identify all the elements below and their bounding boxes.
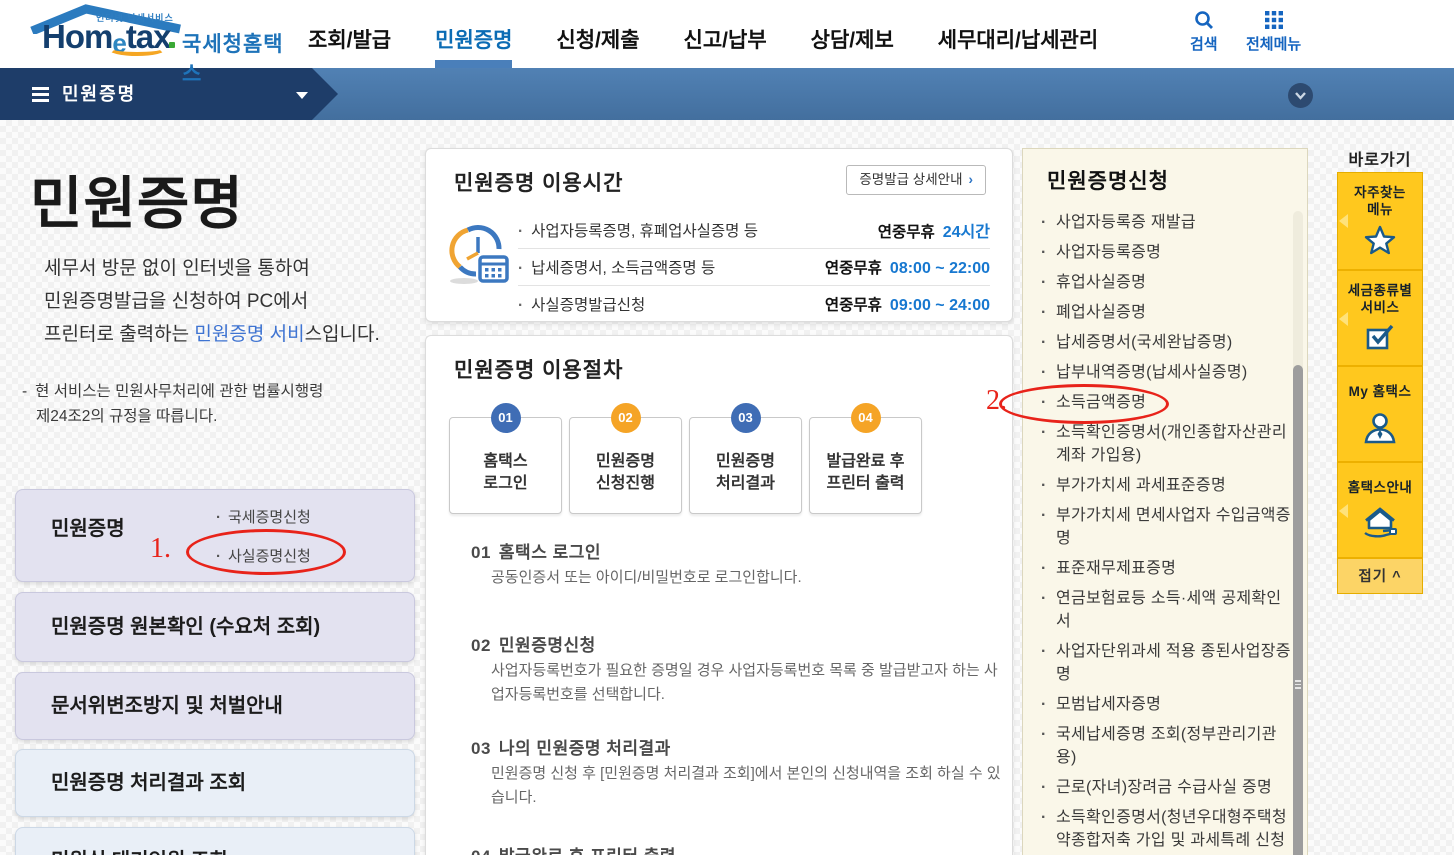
- check-icon: [1364, 323, 1396, 351]
- person-icon: [1363, 412, 1397, 444]
- page-description: 세무서 방문 없이 인터넷을 통하여 민원증명발급을 신청하여 PC에서 프린터…: [44, 252, 380, 351]
- cert-item-closure[interactable]: 폐업사실증명: [1041, 301, 1291, 324]
- cert-item-suspension[interactable]: 휴업사실증명: [1041, 271, 1291, 294]
- cert-item-pension-deduction[interactable]: 연금보험료등 소득·세액 공제확인서: [1041, 587, 1291, 633]
- page-note: -현 서비스는 민원사무처리에 관한 법률시행령 제24조2의 규정을 따릅니다…: [22, 379, 323, 429]
- cert-item-vat-exempt[interactable]: 부가가치세 면세사업자 수입금액증명: [1041, 504, 1291, 550]
- step-card-print: 04 발급완료 후프린터 출력: [809, 417, 922, 514]
- section-title: 민원증명: [62, 68, 136, 120]
- detail-02-desc: 사업자등록번호가 필요한 증명일 경우 사업자등록번호 목록 중 발급받고자 하…: [491, 659, 1011, 707]
- tab-arrow-icon: [1339, 504, 1348, 518]
- quickbar-title: 바로가기: [1337, 146, 1423, 170]
- star-icon: [1364, 225, 1396, 255]
- detail-03-desc: 민원증명 신청 후 [민원증명 처리결과 조회]에서 본인의 신청내역을 조회 …: [491, 762, 1011, 810]
- cert-item-tax-payment[interactable]: 납세증명서(국세완납증명): [1041, 331, 1291, 354]
- detail-02-title: 02민원증명신청: [471, 631, 596, 656]
- grid-menu-icon: [1264, 10, 1284, 30]
- certificate-list-title: 민원증명신청: [1047, 165, 1169, 195]
- chevron-right-icon: ›: [969, 172, 974, 187]
- scrollbar-track[interactable]: [1293, 211, 1303, 855]
- quickbar-collapse-button[interactable]: 접기 ^: [1338, 557, 1422, 593]
- step-card-apply: 02 민원증명신청진행: [569, 417, 682, 514]
- link-gukse-jeungmyeong[interactable]: 국세증명신청: [216, 506, 311, 527]
- top-header: 인터넷 납세서비스 Hometax 국세청홈택스 조회/발급 민원증명 신청/제…: [0, 0, 1454, 68]
- cert-item-income-isa[interactable]: 소득확인증명서(개인종합자산관리계좌 가입용): [1041, 421, 1291, 467]
- time-row-tax-payment: 납세증명서, 소득금액증명 등 연중무휴08:00 ~ 22:00: [518, 248, 990, 285]
- left-menu-result-inquiry[interactable]: 민원증명 처리결과 조회: [15, 749, 415, 817]
- logo-swoosh: [108, 42, 166, 56]
- step-number-badge: 03: [731, 403, 761, 433]
- quickbar-favorite-menu[interactable]: 자주찾는메뉴: [1338, 173, 1422, 269]
- nav-sangdam-jebo[interactable]: 상담/제보: [811, 24, 894, 54]
- cert-item-financial-statement[interactable]: 표준재무제표증명: [1041, 557, 1291, 580]
- quickbar: 자주찾는메뉴 세금종류별서비스 My 홈택스 홈택스안내: [1337, 172, 1423, 594]
- certificate-list-panel: 민원증명신청 사업자등록증 재발급 사업자등록증명 휴업사실증명 폐업사실증명 …: [1022, 148, 1308, 855]
- step-card-result: 03 민원증명처리결과: [689, 417, 802, 514]
- hometax-logo[interactable]: 인터넷 납세서비스 Hometax 국세청홈택스: [16, 2, 286, 64]
- cert-item-unit-taxation[interactable]: 사업자단위과세 적용 종된사업장증명: [1041, 640, 1291, 686]
- chevron-down-icon: [1294, 91, 1307, 100]
- cert-item-youth-savings[interactable]: 소득확인증명서(청년우대형주택청약종합저축 가입 및 과세특례 신청용): [1041, 806, 1291, 855]
- all-menu-button[interactable]: 전체메뉴: [1246, 10, 1301, 54]
- annotation-number-1: 1.: [150, 533, 171, 565]
- left-menu-box-title: 민원증명: [51, 512, 125, 541]
- collapse-bar-button[interactable]: [1288, 83, 1313, 108]
- nav-minwon-jeungmyeong[interactable]: 민원증명: [435, 24, 512, 54]
- usage-time-title: 민원증명 이용시간: [454, 167, 623, 197]
- red-circle-income-amount: [999, 384, 1169, 424]
- tab-arrow-icon: [1339, 214, 1348, 228]
- issuance-detail-guide-button[interactable]: 증명발급 상세안내›: [846, 165, 986, 195]
- red-circle-sasil-jeungmyeong: [186, 529, 346, 575]
- detail-04-title: 04발급완료 후 프린터 출력: [471, 842, 676, 855]
- search-button[interactable]: 검색: [1190, 10, 1218, 54]
- page-title: 민원증명: [30, 158, 244, 240]
- detail-01-title: 01홈택스 로그인: [471, 538, 601, 563]
- hamburger-menu-icon[interactable]: [32, 87, 49, 105]
- left-menu-waiting-count[interactable]: 민원실 대기인원 조회: [15, 827, 415, 855]
- usage-time-rows: 사업자등록증명, 휴폐업사실증명 등 연중무휴24시간 납세증명서, 소득금액증…: [518, 211, 990, 322]
- step-card-login: 01 홈택스로그인: [449, 417, 562, 514]
- cert-item-biz-reg[interactable]: 사업자등록증명: [1041, 241, 1291, 264]
- time-row-business-registration: 사업자등록증명, 휴폐업사실증명 등 연중무휴24시간: [518, 211, 990, 248]
- scrollbar-thumb[interactable]: [1293, 365, 1303, 855]
- section-dropdown-caret-icon[interactable]: [296, 92, 308, 99]
- quickbar-tax-type-service[interactable]: 세금종류별서비스: [1338, 269, 1422, 365]
- step-number-badge: 02: [611, 403, 641, 433]
- step-number-badge: 04: [851, 403, 881, 433]
- nav-semu-daeri[interactable]: 세무대리/납세관리: [938, 24, 1098, 54]
- quickbar-my-hometax[interactable]: My 홈택스: [1338, 365, 1422, 461]
- cert-item-payment-history[interactable]: 납부내역증명(납세사실증명): [1041, 361, 1291, 384]
- detail-01-desc: 공동인증서 또는 아이디/비밀번호로 로그인합니다.: [491, 566, 1011, 590]
- logo-korean-name: 국세청홈택스: [182, 28, 286, 88]
- search-icon: [1194, 10, 1214, 30]
- cert-item-eitc[interactable]: 근로(자녀)장려금 수급사실 증명: [1041, 776, 1291, 799]
- home-icon: [1361, 506, 1399, 540]
- nav-sincheong-jechul[interactable]: 신청/제출: [556, 24, 639, 54]
- scrollbar-grip: [1295, 680, 1301, 691]
- logo-dot: [169, 42, 175, 48]
- cert-item-gov-inquiry[interactable]: 국세납세증명 조회(정부관리기관용): [1041, 723, 1291, 769]
- usage-time-panel: 민원증명 이용시간 증명발급 상세안내› 사업자등록증명, 휴폐업사실증명 등 …: [425, 148, 1013, 322]
- nav-singo-nabbu[interactable]: 신고/납부: [684, 24, 767, 54]
- main-nav: 조회/발급 민원증명 신청/제출 신고/납부 상담/제보 세무대리/납세관리: [308, 24, 1098, 54]
- section-bar-dark-tab: 민원증명: [0, 68, 338, 120]
- certificate-list: 사업자등록증 재발급 사업자등록증명 휴업사실증명 폐업사실증명 납세증명서(국…: [1041, 211, 1291, 855]
- nav-jo-hoe-balgeup[interactable]: 조회/발급: [308, 24, 391, 54]
- left-menu-forgery-prevention[interactable]: 문서위변조방지 및 처벌안내: [15, 672, 415, 740]
- cert-item-model-taxpayer[interactable]: 모범납세자증명: [1041, 693, 1291, 716]
- procedure-title: 민원증명 이용절차: [454, 354, 623, 384]
- time-row-fact-certificate: 사실증명발급신청 연중무휴09:00 ~ 24:00: [518, 285, 990, 322]
- procedure-panel: 민원증명 이용절차 01 홈택스로그인 02 민원증명신청진행 03 민원증명처…: [425, 335, 1013, 855]
- quickbar-hometax-guide[interactable]: 홈택스안내: [1338, 461, 1422, 557]
- step-number-badge: 01: [491, 403, 521, 433]
- left-menu-original-check[interactable]: 민원증명 원본확인 (수요처 조회): [15, 592, 415, 662]
- hometax-minwon-page: 인터넷 납세서비스 Hometax 국세청홈택스 조회/발급 민원증명 신청/제…: [0, 0, 1454, 855]
- tab-arrow-icon: [1339, 312, 1348, 326]
- inline-service-link[interactable]: 민원증명 서비: [194, 324, 304, 345]
- detail-03-title: 03나의 민원증명 처리결과: [471, 734, 671, 759]
- cert-item-biz-reg-reissue[interactable]: 사업자등록증 재발급: [1041, 211, 1291, 234]
- cert-item-vat-base[interactable]: 부가가치세 과세표준증명: [1041, 474, 1291, 497]
- clock-calendar-icon: [446, 219, 510, 291]
